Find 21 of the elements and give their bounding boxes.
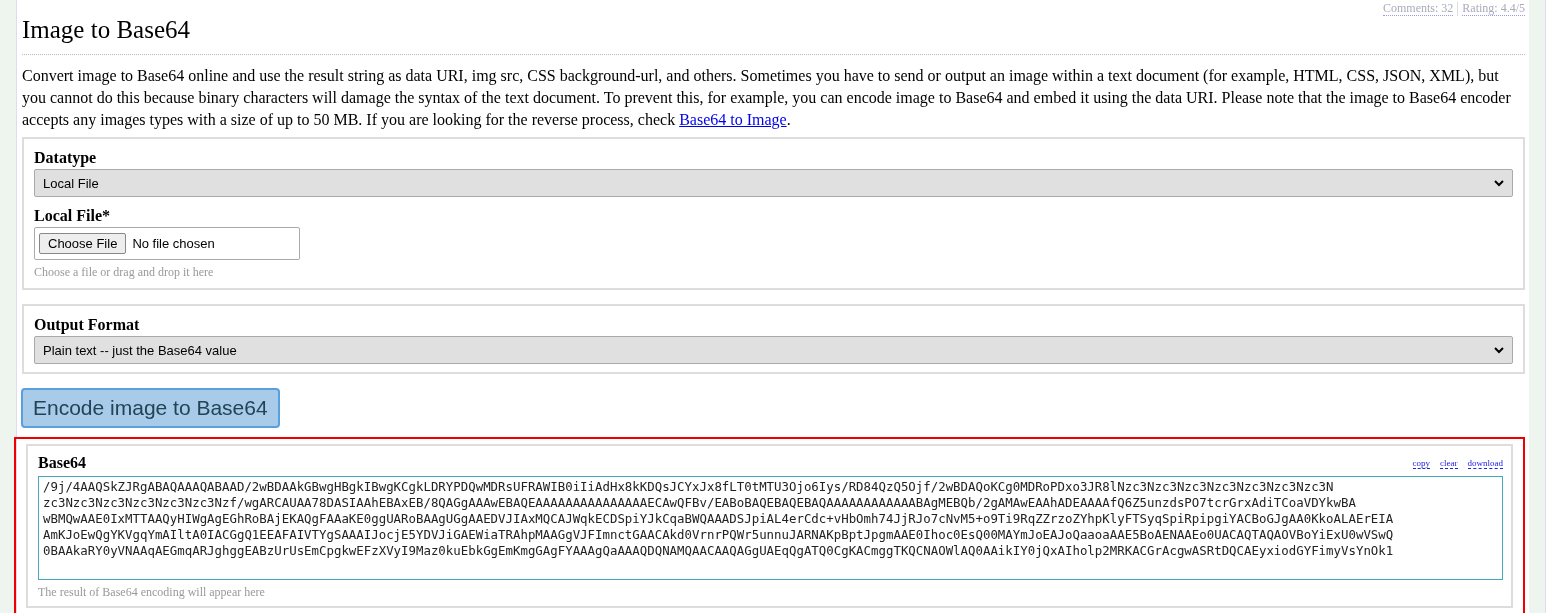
result-action-link[interactable]: download [1467, 457, 1503, 469]
choose-file-button[interactable]: Choose File [39, 233, 127, 254]
page-title: Image to Base64 [22, 16, 1525, 55]
result-action-link[interactable]: clear [1440, 457, 1458, 469]
field-hint: The result of Base64 encoding will appear here [38, 585, 266, 600]
result-action-link[interactable]: copy [1412, 457, 1430, 469]
reverse-tool-link[interactable]: Base64 to Image [679, 111, 787, 128]
base64-output-field[interactable]: /9j/4AAQSkZJRgABAQAAAQABAAD/2wBDAAkGBwgHBgkIBwgKCgkLDRYPDQwMDRsUFRAWIB0iIiAdHx8kKDQsJCYxJx8fLT0tMTU3Ojo6Iys/RD84QzQ5Ojf/2wBDAQoKCg0MDRoPDxo3JR8lNzc3Nzc3Nzc3Nzc3Nzc3Nzc3Nzc3N zc3Nzc3Nzc3Nzc3Nzc3Nzc3Nzf/wgARCAUAA78DASIAAhEBAxEB/8QAGgAAAwEBAQEAAAAAAAAAAAAAAAECAwQFBv/EABoBAQEBAQEBAQAAAAAAAAAAAABAgMEBQb/2gAMAwEAAhADEAAAAfQ6Z5unzdsPO7tcrGrxAdiTCoaVDYkwBA wBMQwAAE0IxMTTAAQyHIWgAgEGhRoBAjEKAQgFAAaKE0ggUARoBAAgUGgAAEDVJIAxMQCAJWqkECDSpiYJkCqaBWQAAADSJpiAL4erCdc+vHbOmh74JjRJo7cNvM5+o9Ti9RqZZrzoZYhpKlyFTSyqSpiRpipgiYACBoGJgAA0KkoALAErEIA AmKJoEwQgYKVgqYmAIltA0IACGgQ1EEAFAIVTYgSAAAIJocjE5YDVJiGAEWiaTRAhpMAAGgVJFImnctGAACAkd0VrnrPQWr5unnuJARNAKpBptJpgmAAE0Ihoc0EsQ00MAYmJoEAJoQaaoaAAE5BoAENAAEo0UACAQTAQAOVBoYiExU0wVSwQ 0BAAkaRY0yVNAAqAEGmqARJghggEABzUrUsEmCpgkwEFzXVyI9Maz0kuEbkGgEmKmgGAgFYAAAgQaAAAQDQNAMQAACAAQAGgUAEqQgATQ0CgKACmggTKQCNAOWlAQ0AAikIY0jQxAIholp2MRKACGrAcgwASRtDQCAEyxiodGYFimyVsYnOk1 [38, 476, 1503, 580]
field-label: Local File* [34, 207, 111, 225]
description-text: Convert image to Base64 online and use the result string as data URI, img src, CSS background-url, and others. Sometimes you have to send or output an image within a text document (for example, HTML, CSS, JSON, XML), but you cannot do this because binary characters will damage the syntax of the text document. To prevent this, for example, you can encode image to Base64 and embed it using the data URI. Please note that the image to Base64 encoder accepts any images types with a size of up to 50 MB. If you are looking for the reverse process, check Base64 to Image. [22, 66, 1512, 131]
encode-button[interactable]: Encode image to Base64 [21, 388, 280, 428]
field-hint: Choose a file or drag and drop it here [34, 265, 215, 280]
file-status: No file chosen [132, 236, 215, 251]
datatype-select[interactable]: Local File [34, 169, 1513, 197]
file-input[interactable]: Choose File No file chosen [34, 227, 300, 260]
dropdown-caret-icon [1494, 346, 1504, 354]
field-label: Output Format [34, 316, 141, 334]
dropdown-caret-icon [1494, 179, 1504, 187]
field-label: Datatype [34, 149, 98, 167]
format-select[interactable]: Plain text -- just the Base64 value [34, 336, 1513, 364]
field-label: Base64 [38, 454, 86, 472]
